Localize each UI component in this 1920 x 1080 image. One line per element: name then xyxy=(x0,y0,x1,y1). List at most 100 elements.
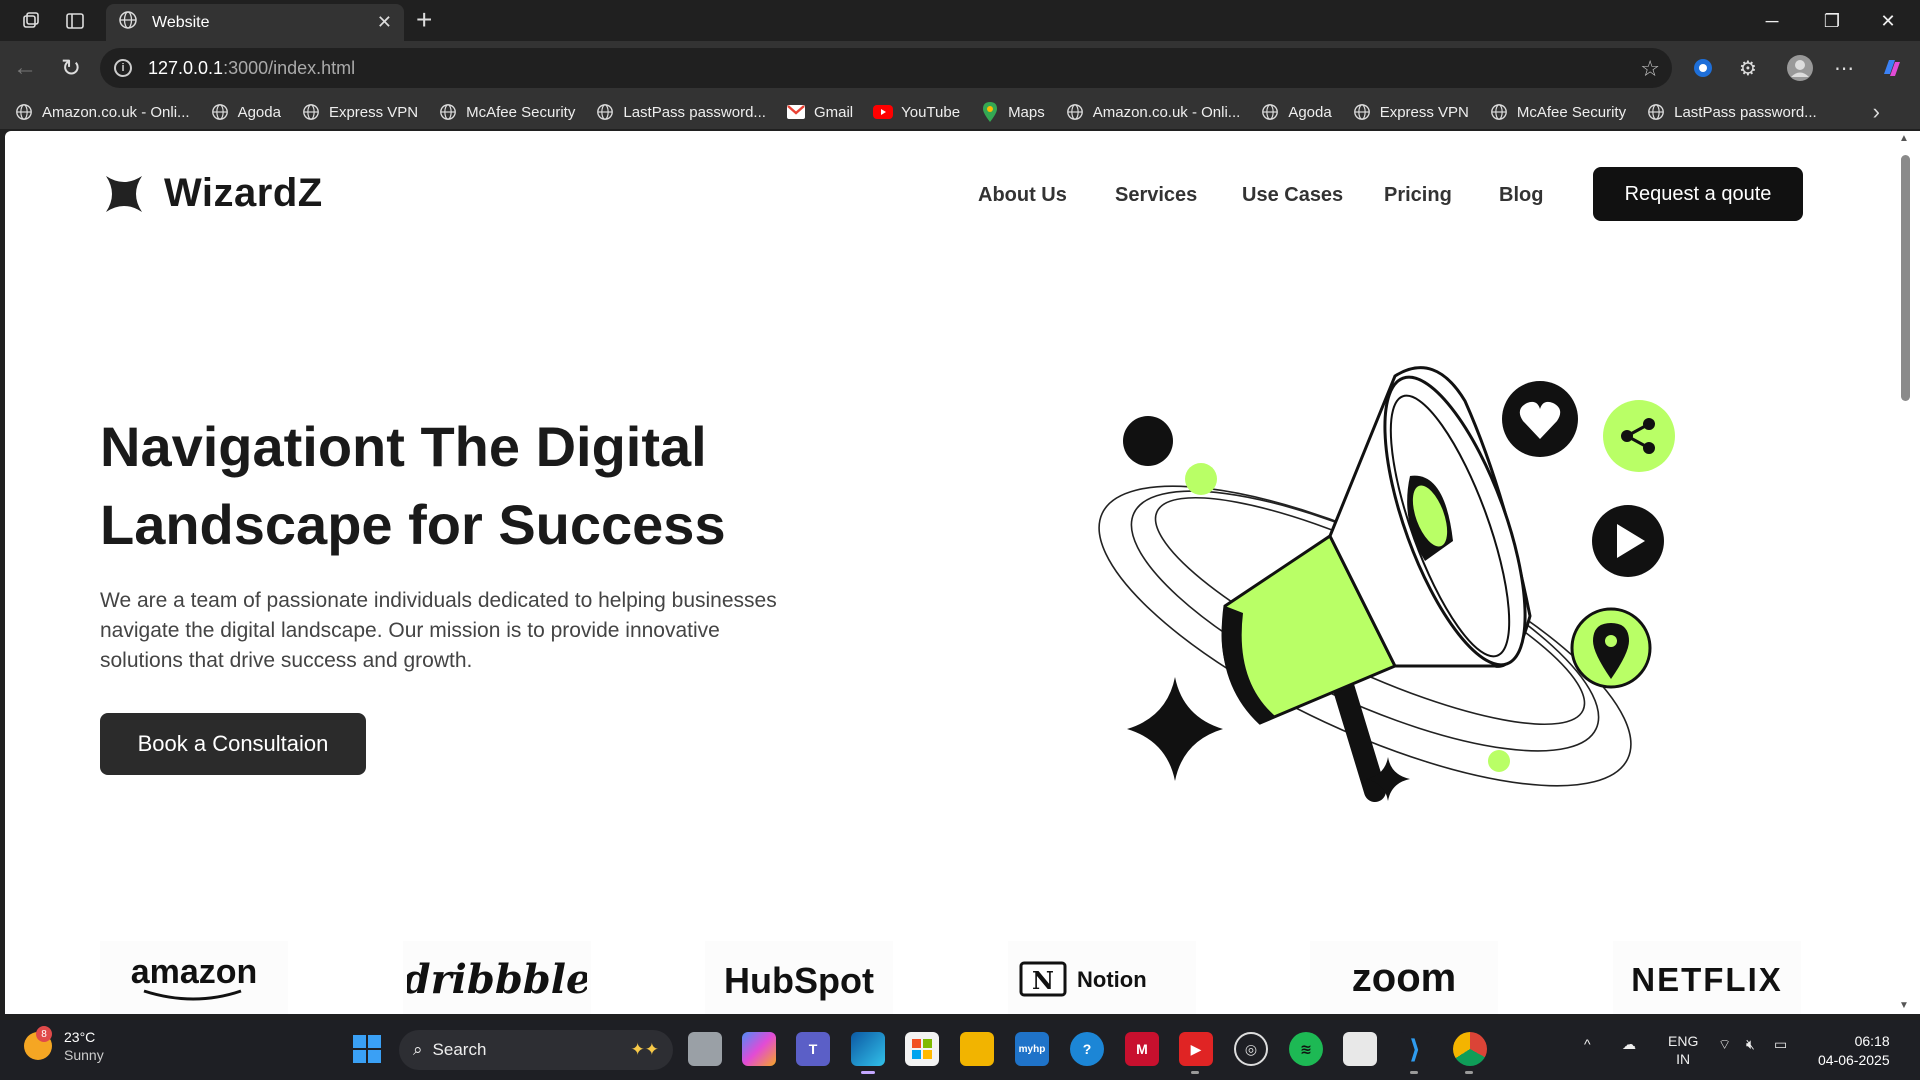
chatgpt-icon[interactable]: ◎ xyxy=(1234,1032,1268,1066)
extension-blue-icon[interactable] xyxy=(1689,54,1717,82)
weather-badge: 8 xyxy=(36,1026,52,1042)
bookmark-item[interactable]: LastPass password... xyxy=(595,102,766,122)
bookmark-label: Express VPN xyxy=(328,103,419,121)
bookmark-label: Amazon.co.uk - Onli... xyxy=(42,103,190,121)
bookmark-item[interactable]: Maps xyxy=(980,102,1045,122)
globe-icon xyxy=(14,102,34,122)
copilot-icon[interactable] xyxy=(1878,54,1906,82)
onedrive-icon[interactable]: ☁ xyxy=(1622,1036,1636,1053)
globe-icon xyxy=(1260,102,1280,122)
nav-use-cases[interactable]: Use Cases xyxy=(1242,184,1343,207)
language-indicator[interactable]: ENG IN xyxy=(1668,1032,1698,1068)
request-quote-button[interactable]: Request a qoute xyxy=(1593,167,1803,221)
sun-icon: 8 xyxy=(24,1026,52,1060)
volume-muted-icon[interactable]: 🔇︎ xyxy=(1746,1036,1755,1053)
browser-tab-bar: Website ✕ + ─ ❐ ✕ xyxy=(0,0,1920,41)
globe-icon xyxy=(595,102,615,122)
globe-icon xyxy=(1489,102,1509,122)
bookmark-item[interactable]: LastPass password... xyxy=(1646,102,1817,122)
clock-time: 06:18 xyxy=(1854,1033,1890,1049)
teams-icon[interactable]: T xyxy=(796,1032,830,1066)
globe-icon xyxy=(210,102,230,122)
brand-dribbble: dribbble xyxy=(403,941,591,1014)
mcafee-icon[interactable]: M xyxy=(1125,1032,1159,1066)
vscode-icon[interactable]: ⟩ xyxy=(1398,1032,1432,1074)
gmail-icon xyxy=(786,102,806,122)
hero-description: We are a team of passionate individuals … xyxy=(100,589,777,672)
restore-icon[interactable]: ❐ xyxy=(1812,8,1852,34)
close-tab-icon[interactable]: ✕ xyxy=(377,12,392,33)
edge-icon[interactable] xyxy=(851,1032,885,1074)
bookmark-label: Agoda xyxy=(237,103,281,121)
favorite-star-icon[interactable]: ☆ xyxy=(1640,56,1660,82)
more-options-icon[interactable]: ⋯ xyxy=(1830,54,1858,82)
bookmark-item[interactable]: Express VPN xyxy=(1352,102,1469,122)
help-icon[interactable]: ? xyxy=(1070,1032,1104,1066)
brand-zoom: zoom xyxy=(1310,941,1498,1014)
copilot-app-icon[interactable] xyxy=(742,1032,776,1066)
clock[interactable]: 06:18 04-06-2025 xyxy=(1818,1032,1890,1070)
bookmark-item[interactable]: Express VPN xyxy=(301,102,418,122)
nav-services[interactable]: Services xyxy=(1115,184,1197,207)
refresh-icon[interactable]: ↻ xyxy=(56,53,86,83)
tab-website[interactable]: Website ✕ xyxy=(106,4,404,41)
bookmark-label: Express VPN xyxy=(1379,103,1469,121)
bookmark-item[interactable]: McAfee Security xyxy=(1489,102,1626,122)
snipping-tool-icon[interactable] xyxy=(1343,1032,1377,1066)
bookmark-label: LastPass password... xyxy=(1674,103,1817,121)
bookmark-item[interactable]: Agoda xyxy=(1260,102,1332,122)
profile-avatar-icon[interactable] xyxy=(1786,54,1814,82)
url-path: :3000/index.html xyxy=(223,57,356,78)
brand-hubspot: HubSpot xyxy=(705,941,893,1014)
book-consultation-button[interactable]: Book a Consultaion xyxy=(100,713,366,775)
vertical-tabs-icon[interactable] xyxy=(62,8,88,34)
bookmark-label: Maps xyxy=(1008,103,1045,121)
file-explorer-icon[interactable] xyxy=(960,1032,994,1066)
bookmark-item[interactable]: McAfee Security xyxy=(438,102,575,122)
bookmark-item[interactable]: YouTube xyxy=(873,102,960,122)
site-logo[interactable]: WizardZ xyxy=(104,171,323,216)
myhp-icon[interactable]: myhp xyxy=(1015,1032,1049,1066)
youtube-app-icon[interactable]: ▶ xyxy=(1179,1032,1213,1074)
bookmark-item[interactable]: Amazon.co.uk - Onli... xyxy=(1065,102,1241,122)
bookmarks-bar: Amazon.co.uk - Onli... Agoda Express VPN Mc… xyxy=(0,95,1920,129)
nav-pricing[interactable]: Pricing xyxy=(1384,184,1452,207)
address-bar[interactable]: i 127.0.0.1:3000/index.html ☆ xyxy=(100,48,1672,88)
brand-notion: N Notion xyxy=(1008,941,1196,1014)
taskbar-search[interactable]: ⌕ Search ✦✦ xyxy=(399,1030,673,1070)
store-icon[interactable] xyxy=(905,1032,939,1066)
battery-icon[interactable]: ▭ xyxy=(1774,1036,1787,1053)
new-tab-icon[interactable]: + xyxy=(416,5,432,35)
back-icon[interactable]: ← xyxy=(10,53,40,83)
workspaces-icon[interactable] xyxy=(18,8,44,34)
scrollbar-thumb[interactable] xyxy=(1901,155,1910,401)
close-window-icon[interactable]: ✕ xyxy=(1868,8,1908,34)
globe-icon xyxy=(1065,102,1085,122)
bookmark-item[interactable]: Gmail xyxy=(786,102,853,122)
weather-widget[interactable]: 8 23°C Sunny xyxy=(24,1026,104,1064)
brand-amazon: amazon xyxy=(100,941,288,1014)
extensions-puzzle-icon[interactable]: ⚙ xyxy=(1734,54,1762,82)
youtube-icon xyxy=(873,102,894,122)
task-view-icon[interactable] xyxy=(688,1032,722,1066)
show-hidden-icons-icon[interactable]: ^ xyxy=(1584,1036,1591,1052)
windows-start-icon[interactable] xyxy=(350,1032,384,1066)
minimize-icon[interactable]: ─ xyxy=(1752,8,1792,34)
nav-about-us[interactable]: About Us xyxy=(978,184,1067,207)
brand-netflix: NETFLIX xyxy=(1613,941,1801,1014)
wifi-icon[interactable]: ⌔ xyxy=(1718,1036,1731,1054)
bookmark-item[interactable]: Agoda xyxy=(210,102,281,122)
spotify-icon[interactable]: ≋ xyxy=(1289,1032,1323,1066)
chrome-icon[interactable] xyxy=(1453,1032,1487,1074)
scroll-up-arrow-icon[interactable]: ▲ xyxy=(1899,133,1909,144)
taskbar-search-label: Search xyxy=(432,1040,487,1059)
bookmark-label: Amazon.co.uk - Onli... xyxy=(1092,103,1241,121)
bookmark-item[interactable]: Amazon.co.uk - Onli... xyxy=(14,102,190,122)
scroll-down-arrow-icon[interactable]: ▼ xyxy=(1899,1000,1909,1011)
brand-netflix-text: NETFLIX xyxy=(1631,961,1783,998)
site-info-icon[interactable]: i xyxy=(114,59,132,77)
nav-blog[interactable]: Blog xyxy=(1499,184,1543,207)
brand-zoom-text: zoom xyxy=(1352,956,1456,1000)
bookmarks-overflow-chevron-icon[interactable]: › xyxy=(1873,99,1880,125)
bookmark-label: Gmail xyxy=(813,103,854,121)
